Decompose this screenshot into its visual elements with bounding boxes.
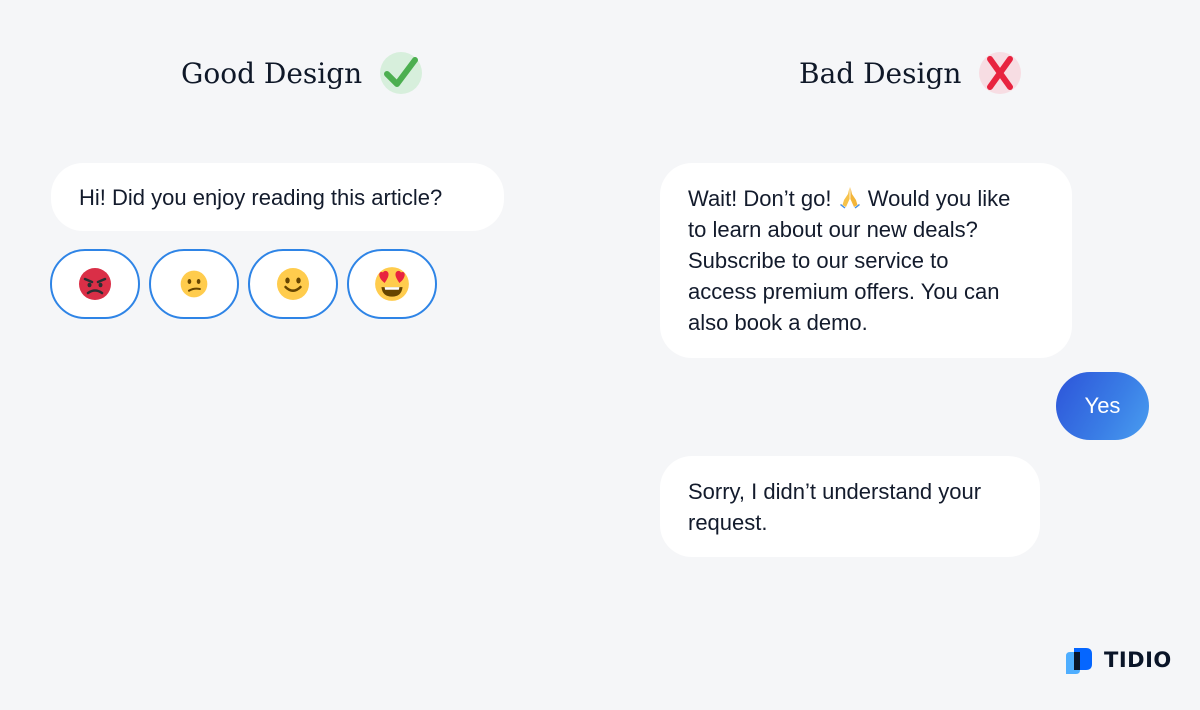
- reaction-smiling-button[interactable]: [248, 249, 338, 319]
- bad-design-heading: Bad Design: [799, 52, 1022, 94]
- cross-mark-icon: [987, 56, 1014, 90]
- bot-message-bubble-1: Wait! Don’t go! Would you like to learn …: [660, 163, 1072, 358]
- good-design-heading: Good Design: [181, 52, 423, 94]
- cross-badge: [979, 52, 1022, 94]
- check-mark-icon: [384, 57, 419, 87]
- folded-hands-icon: [839, 187, 860, 209]
- angry-face-icon: [79, 268, 111, 300]
- bad-design-title: Bad Design: [799, 56, 962, 90]
- slightly-smiling-face-icon: [277, 268, 309, 300]
- user-reply-text: Yes: [1084, 393, 1121, 418]
- reaction-confused-button[interactable]: [149, 249, 239, 319]
- tidio-logo-text: TIDIO: [1104, 648, 1172, 672]
- bot-question-bubble: Hi! Did you enjoy reading this article?: [51, 163, 504, 231]
- good-design-title: Good Design: [181, 56, 363, 90]
- tidio-logo: TIDIO: [1062, 644, 1172, 676]
- bot-message-2-line-2: request.: [688, 510, 768, 535]
- reaction-angry-button[interactable]: [50, 249, 140, 319]
- bot-message-1-line-2: to learn about our new deals?: [688, 217, 978, 242]
- bot-message-1-text-a: Wait! Don’t go!: [688, 186, 832, 211]
- emoji-reaction-row: [50, 249, 437, 319]
- bot-message-1-line-4: access premium offers. You can: [688, 279, 1000, 304]
- heart-eyes-face-icon: [375, 267, 409, 301]
- tidio-logo-icon: [1066, 648, 1092, 674]
- bot-message-2-line-1: Sorry, I didn’t understand your: [688, 479, 982, 504]
- confused-face-icon: [180, 270, 208, 298]
- bot-message-1-line-5: also book a demo.: [688, 310, 868, 335]
- bot-message-1-line-1: Wait! Don’t go! Would you like: [688, 183, 1050, 214]
- check-badge: [380, 52, 423, 94]
- bot-message-bubble-2: Sorry, I didn’t understand your request.: [660, 456, 1040, 557]
- user-reply-yes-bubble[interactable]: Yes: [1056, 372, 1149, 440]
- bot-message-1-line-3: Subscribe to our service to: [688, 248, 949, 273]
- bot-message-1-text-b: Would you like: [867, 186, 1011, 211]
- bot-question-text: Hi! Did you enjoy reading this article?: [79, 185, 443, 210]
- reaction-heart-eyes-button[interactable]: [347, 249, 437, 319]
